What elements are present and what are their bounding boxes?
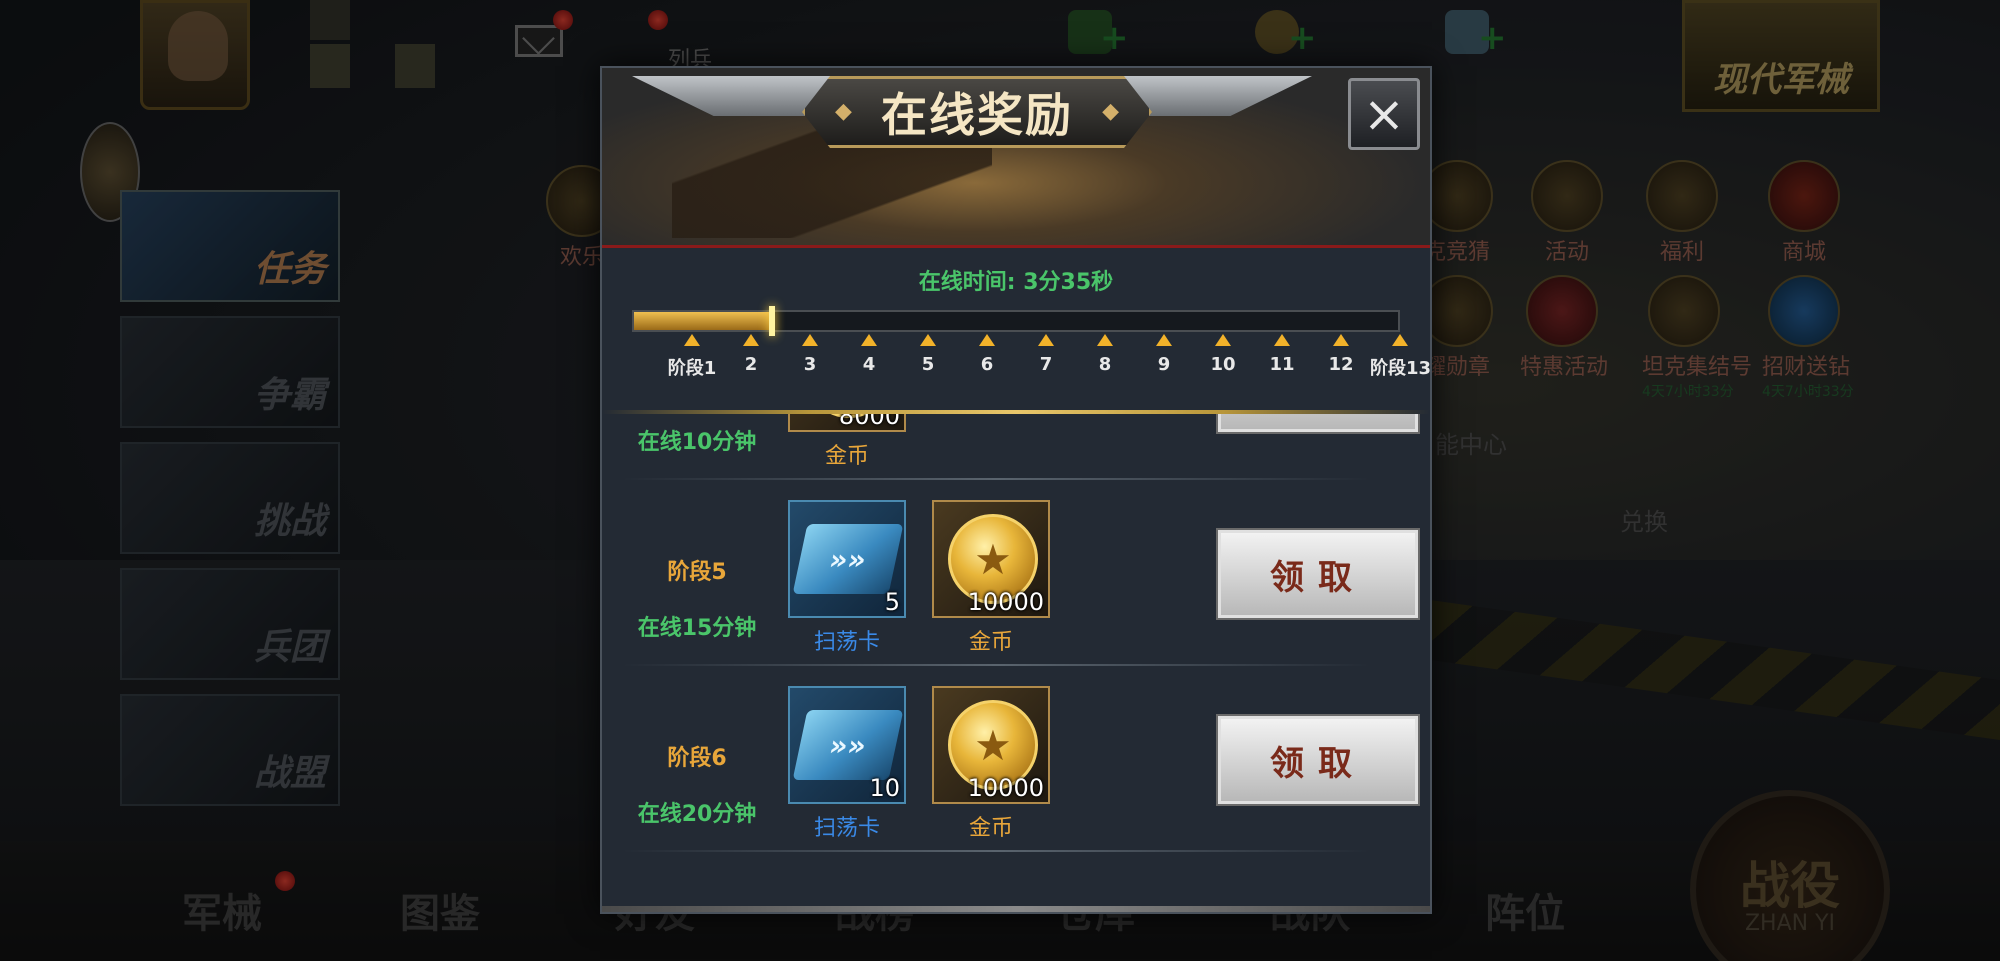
gold-coin-item[interactable]: ★ 10000 [932, 500, 1050, 618]
stage-marker-triangle-icon [861, 334, 877, 346]
stage-marker-triangle-icon [743, 334, 759, 346]
stage-marker-triangle-icon [1333, 334, 1349, 346]
stage-marker-triangle-icon [1097, 334, 1113, 346]
stage-marker: 8 [1075, 334, 1135, 375]
item-name: 扫荡卡 [813, 816, 880, 841]
close-button[interactable]: × [1348, 78, 1420, 150]
reward-time-requirement: 在线10分钟 [637, 430, 757, 455]
item-name: 金币 [968, 630, 1013, 655]
stage-marker-triangle-icon [1274, 334, 1290, 346]
modal-title: 在线奖励 [881, 88, 1073, 142]
row-divider [622, 850, 1370, 852]
stage-marker: 10 [1193, 334, 1253, 375]
item-name: 金币 [968, 816, 1013, 841]
stage-marker-label: 8 [1098, 354, 1112, 375]
modal-bottom-edge [602, 906, 1430, 912]
stage-marker-label: 阶段13 [1370, 358, 1432, 379]
modal-banner: 在线奖励 × [602, 68, 1430, 248]
stage-marker: 6 [957, 334, 1017, 375]
item-count: 10000 [967, 588, 1044, 616]
title-plate: 在线奖励 [802, 76, 1152, 148]
item-name: 扫荡卡 [813, 630, 880, 655]
stage-marker: 11 [1252, 334, 1312, 375]
stage-marker-triangle-icon [1156, 334, 1172, 346]
reward-stage-label: 阶段6 [667, 746, 727, 771]
stage-marker-triangle-icon [1215, 334, 1231, 346]
item-count: 10000 [967, 774, 1044, 802]
online-reward-modal: 在线奖励 × 在线时间: 3分35秒 阶段1 2 3 4 5 6 7 8 9 10 11 12 阶段13… [600, 66, 1432, 914]
sweep-card-icon: »» [792, 524, 904, 594]
stage-marker-label: 11 [1269, 354, 1295, 375]
stage-marker-label: 5 [921, 354, 935, 375]
stage-marker-label: 10 [1210, 354, 1236, 375]
stage-marker-label: 6 [980, 354, 994, 375]
stage-marker-triangle-icon [1038, 334, 1054, 346]
online-time-label: 在线时间: 3分35秒 [918, 270, 1114, 295]
claim-button[interactable]: 领取 [1216, 528, 1420, 620]
stage-marker-label: 2 [744, 354, 758, 375]
reward-row: 阶段4在线10分钟★8000金币领取 [602, 414, 1430, 480]
progress-indicator [768, 306, 775, 336]
reward-time-requirement: 在线15分钟 [637, 616, 757, 641]
stage-marker-triangle-icon [802, 334, 818, 346]
item-count: 5 [884, 588, 900, 616]
claim-button[interactable]: 领取 [1216, 714, 1420, 806]
stage-marker-label: 4 [862, 354, 876, 375]
stage-marker: 9 [1134, 334, 1194, 375]
stage-marker-triangle-icon [684, 334, 700, 346]
stage-marker-label: 9 [1157, 354, 1171, 375]
stage-marker: 2 [721, 334, 781, 375]
stage-marker: 12 [1311, 334, 1371, 375]
gold-coin-item[interactable]: ★ 10000 [932, 686, 1050, 804]
stage-marker: 4 [839, 334, 899, 375]
stage-marker-triangle-icon [979, 334, 995, 346]
stage-marker: 阶段13 [1370, 334, 1430, 380]
stage-marker: 阶段1 [662, 334, 722, 380]
sweep-card-item[interactable]: »» 10 [788, 686, 906, 804]
item-name: 金币 [824, 444, 869, 469]
item-count: 8000 [838, 414, 900, 430]
sweep-card-icon: »» [792, 710, 904, 780]
stage-marker: 3 [780, 334, 840, 375]
stage-marker-label: 阶段1 [667, 358, 717, 379]
stage-marker-label: 12 [1328, 354, 1354, 375]
stage-marker-label: 3 [803, 354, 817, 375]
progress-fill [634, 312, 772, 330]
reward-row: 阶段5 在线15分钟»» 5 扫荡卡 ★ 10000 金币 领取 [602, 480, 1430, 666]
stage-marker-label: 7 [1039, 354, 1053, 375]
gold-coin-item[interactable]: ★8000 [788, 414, 906, 432]
star-icon: ★ [974, 534, 1012, 584]
claim-button[interactable]: 领取 [1216, 414, 1420, 434]
reward-list[interactable]: 阶段4在线10分钟★8000金币领取阶段5在线15分钟»»5扫荡卡★10000金… [602, 414, 1430, 912]
stage-marker-triangle-icon [1392, 334, 1408, 346]
star-icon: ★ [974, 720, 1012, 770]
reward-row: 阶段6 在线20分钟 »» 10 扫荡卡 ★ 10000 金币 领取 [602, 666, 1430, 852]
item-count: 10 [869, 774, 900, 802]
reward-stage-label: 阶段5 [667, 560, 727, 585]
stage-marker-triangle-icon [920, 334, 936, 346]
online-progress-bar [632, 306, 1400, 336]
stage-marker: 7 [1016, 334, 1076, 375]
stage-marker: 5 [898, 334, 958, 375]
sweep-card-item[interactable]: »» 5 [788, 500, 906, 618]
reward-time-requirement: 在线20分钟 [637, 802, 757, 827]
